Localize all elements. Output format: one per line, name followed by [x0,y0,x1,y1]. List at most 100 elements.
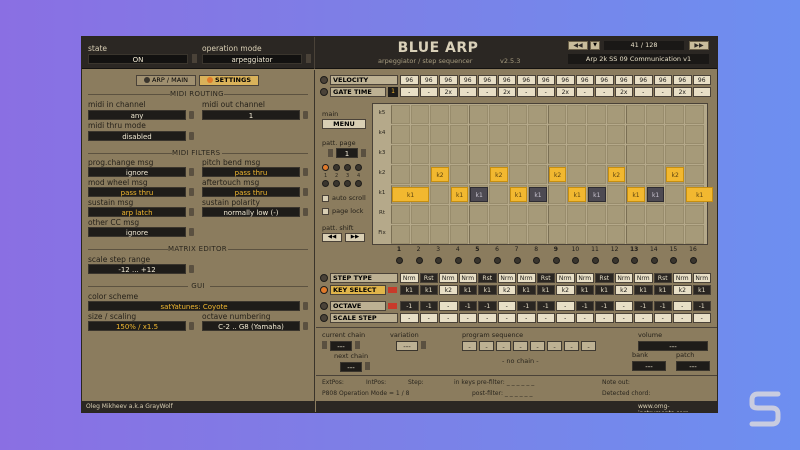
program-sequence-slot[interactable]: - [462,341,477,351]
gate-cell-7[interactable]: - [517,87,536,97]
aftertouch-select[interactable]: pass thru [202,187,300,197]
key-select-cell-13[interactable]: k1 [634,285,653,295]
grid-cell[interactable] [665,225,684,244]
grid-cell[interactable] [489,145,508,164]
gate-cell-4[interactable]: - [458,87,477,97]
grid-cell[interactable] [430,105,449,124]
note-block[interactable]: k2 [548,167,567,182]
gate-cell-15[interactable]: 2x [673,87,692,97]
gate-cell-12[interactable]: 2x [614,87,633,97]
gate-cell-6[interactable]: 2x [497,87,516,97]
note-block[interactable]: k1 [627,187,645,202]
key-select-cell-2[interactable]: k1 [419,285,438,295]
program-sequence-slot[interactable]: - [530,341,545,351]
grid-cell[interactable] [645,205,665,224]
grid-cell[interactable] [508,145,528,164]
grid-cell[interactable] [587,205,606,224]
key-select-cell-12[interactable]: k2 [614,285,633,295]
grid-cell[interactable] [489,125,508,144]
gate-cell-16[interactable]: - [692,87,711,97]
gate-cell-1[interactable]: - [400,87,419,97]
key-select-cell-15[interactable]: k2 [673,285,692,295]
page-up-arrow-icon[interactable] [361,149,366,157]
grid-cell[interactable] [410,105,430,124]
grid-cell[interactable] [528,105,547,124]
grid-cell[interactable] [391,165,410,184]
key-select-cell-6[interactable]: k2 [497,285,516,295]
current-chain-field[interactable]: --- [330,341,352,351]
key-select-label[interactable]: KEY SELECT [330,285,386,295]
octave-cell-1[interactable]: -1 [400,301,419,311]
grid-cell[interactable] [469,165,488,184]
grid-cell[interactable] [547,105,567,124]
step-type-cell-2[interactable]: Rst [419,273,438,283]
grid-cell[interactable] [489,205,508,224]
step-type-cell-9[interactable]: Nrm [556,273,575,283]
scale-step-cell-14[interactable]: - [653,313,672,323]
sustain-polarity-select[interactable]: normally low (-) [202,207,300,217]
grid-cell[interactable] [567,205,586,224]
velocity-cell-12[interactable]: 96 [614,75,633,85]
state-arrow-icon[interactable] [192,54,197,63]
grid-cell[interactable] [567,105,586,124]
step-type-cell-12[interactable]: Nrm [614,273,633,283]
grid-cell[interactable] [567,225,586,244]
grid-cell[interactable] [685,225,704,244]
octave-cell-16[interactable]: -1 [692,301,711,311]
gate-cell-11[interactable]: - [595,87,614,97]
octave-led-icon[interactable] [320,302,328,310]
variation-arrow-icon[interactable] [421,341,426,349]
octave-numbering-arrow-icon[interactable] [303,322,308,330]
octave-cell-3[interactable]: - [439,301,458,311]
octave-cell-12[interactable]: - [614,301,633,311]
program-sequence-slot[interactable]: - [547,341,562,351]
velocity-cell-7[interactable]: 96 [517,75,536,85]
gate-cell-5[interactable]: - [478,87,497,97]
midi-thru-arrow-icon[interactable] [189,132,194,140]
shift-left-button[interactable]: ◀◀ [322,233,342,242]
grid-cell[interactable] [508,125,528,144]
sustain-select[interactable]: arp latch [88,207,186,217]
velocity-cell-1[interactable]: 96 [400,75,419,85]
color-scheme-select[interactable]: satYatunes: Coyote [88,301,300,311]
grid-cell[interactable] [410,125,430,144]
step-grid[interactable]: k5 k4 k3 k2 k1 Rt Fix k1 k2 k1 k1 k2 k1 k1 k2 k1 k1 k2 k1 k… [372,103,714,245]
grid-cell[interactable] [685,105,704,124]
next-preset-button[interactable]: ▶▶ [689,41,709,50]
grid-cell[interactable] [645,125,665,144]
grid-cell[interactable] [508,105,528,124]
scale-step-cell-2[interactable]: - [419,313,438,323]
note-block[interactable]: k2 [490,167,508,182]
octave-cell-14[interactable]: -1 [653,301,672,311]
grid-cell[interactable] [587,225,606,244]
key-select-cell-9[interactable]: k2 [556,285,575,295]
key-select-cell-14[interactable]: k1 [653,285,672,295]
scale-step-cell-1[interactable]: - [400,313,419,323]
grid-cell[interactable] [645,225,665,244]
velocity-cell-14[interactable]: 96 [653,75,672,85]
grid-cell[interactable] [489,105,508,124]
scale-step-cell-9[interactable]: - [556,313,575,323]
note-block[interactable]: k1 [450,187,469,202]
grid-cell[interactable] [606,105,626,124]
grid-cell[interactable] [391,205,410,224]
grid-cell[interactable] [587,165,606,184]
velocity-cell-11[interactable]: 96 [595,75,614,85]
scale-step-cell-16[interactable]: - [692,313,711,323]
octave-cell-8[interactable]: -1 [536,301,555,311]
midi-out-select[interactable]: 1 [202,110,300,120]
step-type-cell-1[interactable]: Nrm [400,273,419,283]
velocity-cell-9[interactable]: 96 [556,75,575,85]
current-chain-up-icon[interactable] [355,341,360,349]
note-block[interactable]: k1 [470,187,488,202]
pattern-page-field[interactable]: 1 [336,148,358,158]
size-scaling-arrow-icon[interactable] [189,322,194,330]
prog-change-select[interactable]: ignore [88,167,186,177]
grid-cell[interactable] [430,145,449,164]
current-chain-down-icon[interactable] [322,341,327,349]
scale-step-cell-8[interactable]: - [536,313,555,323]
volume-field[interactable]: --- [638,341,708,351]
grid-cell[interactable] [587,125,606,144]
step-type-cell-11[interactable]: Rst [595,273,614,283]
grid-cell[interactable] [645,105,665,124]
